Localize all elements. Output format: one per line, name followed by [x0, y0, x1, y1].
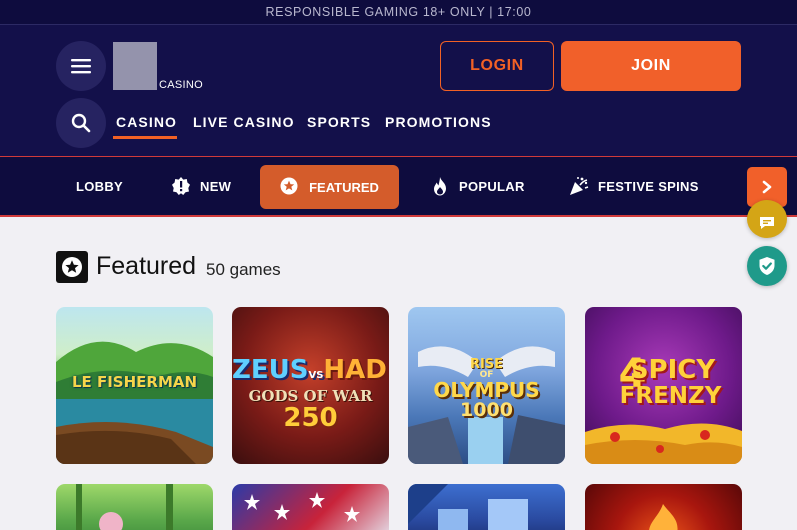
nav-sports[interactable]: SPORTS	[307, 114, 371, 130]
chat-button[interactable]	[747, 200, 787, 238]
game-title-part: ZEUS	[232, 355, 309, 385]
game-artwork	[76, 484, 173, 530]
nav-casino[interactable]: CASINO	[116, 114, 177, 130]
game-tile-rise-of-olympus[interactable]: RISE OF OLYMPUS 1000	[408, 307, 565, 464]
category-lobby[interactable]: LOBBY	[76, 157, 123, 215]
logo-image[interactable]	[113, 42, 157, 90]
hamburger-icon	[71, 59, 91, 74]
flame-icon	[430, 176, 450, 196]
responsible-gaming-bar: RESPONSIBLE GAMING 18+ ONLY | 17:00	[0, 0, 797, 25]
game-title-part: SPICY	[629, 355, 716, 385]
chat-icon	[760, 217, 774, 229]
category-label: LOBBY	[76, 178, 123, 194]
star-circle-icon	[62, 257, 82, 277]
logo-text: CASINO	[159, 79, 203, 91]
game-title-vs: VS	[308, 370, 324, 381]
category-featured[interactable]: FEATURED	[260, 165, 399, 209]
game-tile-zeus-vs-hades[interactable]: ZEUSVSHADES GODS OF WAR 250	[232, 307, 389, 464]
game-tile[interactable]	[408, 484, 565, 530]
game-artwork	[408, 484, 528, 530]
star-circle-icon	[280, 177, 300, 197]
login-button[interactable]: LOGIN	[440, 41, 554, 91]
nav-live-casino[interactable]: LIVE CASINO	[193, 114, 295, 130]
section-game-count: 50 games	[206, 260, 281, 279]
category-popular[interactable]: POPULAR	[430, 157, 525, 215]
section-title: Featured	[96, 252, 197, 280]
game-tile-4-spicy-frenzy[interactable]: 4 SPICY FRENZY	[585, 307, 742, 464]
search-icon	[71, 113, 91, 133]
join-button[interactable]: JOIN	[561, 41, 741, 91]
game-title: LE FISHERMAN	[71, 373, 198, 391]
game-number: 1000	[460, 399, 513, 421]
category-label: FESTIVE SPINS	[598, 178, 699, 194]
game-tile-le-fisherman[interactable]: LE FISHERMAN	[56, 307, 213, 464]
game-tile[interactable]	[232, 484, 389, 530]
search-button[interactable]	[56, 98, 106, 148]
category-bar: LOBBY NEW FEATURED POPULAR FESTIVE SPINS	[0, 156, 797, 217]
category-new[interactable]: NEW	[171, 157, 231, 215]
security-button[interactable]	[747, 246, 787, 286]
game-artwork	[649, 504, 678, 530]
game-artwork	[244, 492, 360, 522]
menu-button[interactable]	[56, 41, 106, 91]
game-tile[interactable]	[56, 484, 213, 530]
game-title-line: ZEUSVSHADES	[232, 355, 389, 385]
party-popper-icon	[569, 176, 589, 196]
category-label: POPULAR	[459, 178, 525, 194]
category-label: NEW	[200, 178, 232, 194]
site-header: CASINO LOGIN JOIN CASINO LIVE CASINO SPO…	[0, 25, 797, 156]
category-label: FEATURED	[309, 179, 379, 195]
category-festive-spins[interactable]: FESTIVE SPINS	[569, 157, 699, 215]
nav-active-underline	[113, 136, 177, 139]
game-title-part: HADES	[323, 355, 389, 385]
badge-exclamation-icon	[171, 176, 191, 196]
chevron-right-icon	[762, 180, 772, 194]
nav-promotions[interactable]: PROMOTIONS	[385, 114, 492, 130]
game-number: 250	[283, 403, 338, 433]
shield-check-icon	[759, 257, 775, 275]
featured-section-icon	[56, 251, 88, 283]
game-title-part: FRENZY	[619, 383, 722, 409]
game-tile[interactable]	[585, 484, 742, 530]
